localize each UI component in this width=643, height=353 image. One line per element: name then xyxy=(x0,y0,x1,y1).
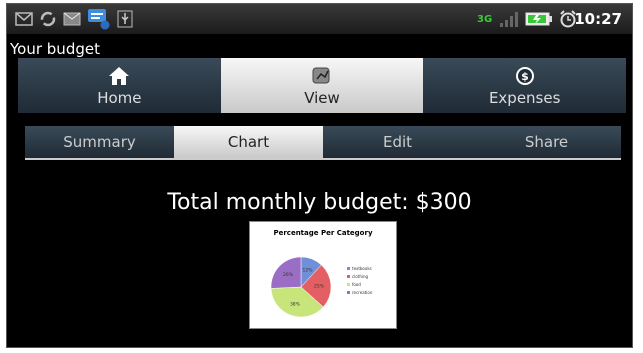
pie-label-textbooks: 12% xyxy=(303,268,314,274)
status-time: 10:27 xyxy=(574,10,622,28)
dollar-icon: $ xyxy=(514,66,536,86)
battery-icon xyxy=(525,9,553,29)
chat-notification-icon xyxy=(87,9,111,30)
legend-label: textbooks xyxy=(352,265,372,271)
home-icon xyxy=(108,66,130,86)
tab-share[interactable]: Share xyxy=(472,126,621,158)
tab-expenses[interactable]: $ Expenses xyxy=(423,58,627,113)
legend-item-food: food xyxy=(347,280,372,288)
usb-icon xyxy=(117,9,133,29)
email-icon xyxy=(63,9,81,29)
status-bar: 3G 10:27 xyxy=(7,4,632,34)
chart-icon xyxy=(311,66,333,86)
app-title: Your budget xyxy=(10,40,100,58)
legend-item-textbooks: textbooks xyxy=(347,264,372,272)
phone-screen: 3G 10:27 Your budget Home View $ Expense… xyxy=(6,3,633,348)
tab-home-label: Home xyxy=(97,89,142,107)
legend-label: recreation xyxy=(352,289,373,295)
legend-label: food xyxy=(352,281,361,287)
sub-tab-bar: Summary Chart Edit Share xyxy=(25,126,621,160)
legend-swatch xyxy=(347,290,350,294)
chart-legend: textbooks clothing food recreation xyxy=(347,264,372,296)
tab-home[interactable]: Home xyxy=(18,58,221,113)
legend-swatch xyxy=(347,274,350,278)
main-tab-bar: Home View $ Expenses xyxy=(18,58,627,113)
signal-icon xyxy=(499,9,521,29)
legend-item-clothing: clothing xyxy=(347,272,372,280)
network-type: 3G xyxy=(477,13,493,25)
pie-label-food: 38% xyxy=(290,301,301,307)
mail-icon xyxy=(15,9,33,29)
total-budget-text: Total monthly budget: $300 xyxy=(167,190,472,215)
tab-expenses-label: Expenses xyxy=(488,89,561,107)
sync-icon xyxy=(39,9,57,29)
legend-label: clothing xyxy=(352,273,369,279)
tab-edit[interactable]: Edit xyxy=(323,126,472,158)
pie-plot: 12% 25% 38% 26% xyxy=(270,256,332,318)
tab-view[interactable]: View xyxy=(220,58,424,113)
svg-text:$: $ xyxy=(521,70,529,83)
tab-view-label: View xyxy=(304,89,340,107)
legend-item-recreation: recreation xyxy=(347,288,372,296)
pie-label-recreation: 26% xyxy=(283,272,294,278)
chart-title: Percentage Per Category xyxy=(273,229,373,237)
pie-chart: Percentage Per Category 12% 25% 38% 26% tex… xyxy=(249,221,397,329)
pie-label-clothing: 25% xyxy=(314,284,325,290)
legend-swatch xyxy=(347,266,350,270)
legend-swatch xyxy=(347,282,350,286)
tab-chart[interactable]: Chart xyxy=(174,126,323,158)
tab-summary[interactable]: Summary xyxy=(25,126,174,158)
